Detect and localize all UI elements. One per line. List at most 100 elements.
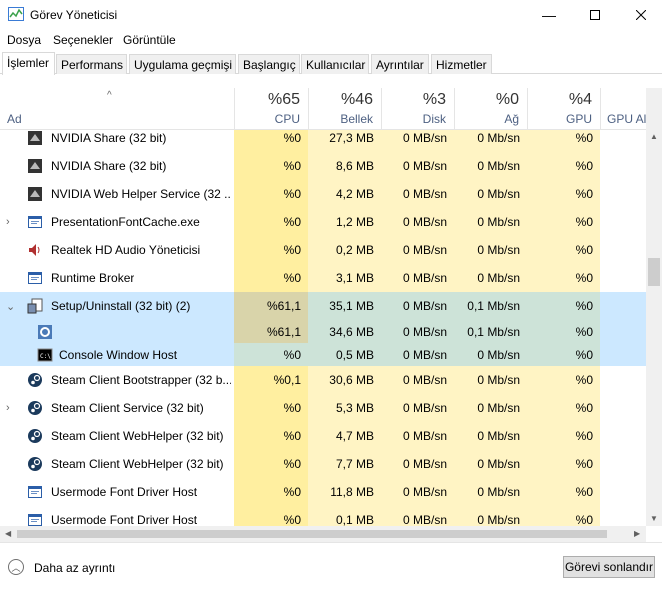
process-row[interactable]: Realtek HD Audio Yöneticisi %0 0,2 MB 0 MB/…	[0, 236, 646, 264]
process-row[interactable]: Steam Client Bootstrapper (32 b... %0,1 30…	[0, 366, 646, 394]
nvidia-icon	[27, 158, 43, 174]
steam-icon	[27, 428, 43, 444]
process-disk-cell: 0 MB/sn	[381, 422, 454, 450]
menu-file[interactable]: Dosya	[7, 33, 41, 47]
process-row[interactable]: NVIDIA Share (32 bit) %0 27,3 MB 0 MB/sn 0 M…	[0, 130, 646, 152]
process-cpu-cell: %0	[234, 152, 308, 180]
col-gpu-engine-header[interactable]: GPU Altyap	[600, 88, 646, 130]
process-mem-cell: 4,2 MB	[308, 180, 381, 208]
menu-bar: Dosya Seçenekler Görüntüle	[0, 30, 662, 50]
process-gpu-cell: %0	[527, 478, 600, 506]
scroll-thumb[interactable]	[648, 258, 660, 286]
col-name-header[interactable]: Ad	[7, 112, 22, 126]
process-row[interactable]: Runtime Broker %0 3,1 MB 0 MB/sn 0 Mb/sn %0	[0, 264, 646, 292]
process-mem-cell: 11,8 MB	[308, 478, 381, 506]
tab-performance[interactable]: Performans	[56, 54, 127, 74]
process-row[interactable]: › PresentationFontCache.exe %0 1,2 MB 0 MB/s…	[0, 208, 646, 236]
tab-startup[interactable]: Başlangıç	[238, 54, 300, 74]
cpu-total: %65	[267, 91, 300, 108]
process-row[interactable]: NVIDIA Share (32 bit) %0 8,6 MB 0 MB/sn 0 Mb…	[0, 152, 646, 180]
process-name-cell: ⌄ Setup/Uninstall (32 bit) (2)	[0, 292, 234, 320]
process-cpu-cell: %61,1	[234, 320, 308, 343]
col-gpu-header[interactable]: %4 GPU	[527, 88, 600, 130]
process-name-cell: NVIDIA Web Helper Service (32 ...	[0, 180, 234, 208]
process-row[interactable]: Steam Client WebHelper (32 bit) %0 7,7 MB 0…	[0, 450, 646, 478]
tab-services[interactable]: Hizmetler	[431, 54, 492, 74]
process-cpu-cell: %0	[234, 422, 308, 450]
process-row[interactable]: Usermode Font Driver Host %0 0,1 MB 0 MB/sn…	[0, 506, 646, 526]
process-name: PresentationFontCache.exe	[51, 215, 200, 229]
end-task-button[interactable]: Görevi sonlandır	[563, 556, 655, 578]
process-name: Console Window Host	[59, 347, 178, 362]
process-net-cell: 0 Mb/sn	[454, 180, 527, 208]
process-row[interactable]: Steam Client WebHelper (32 bit) %0 4,7 MB 0…	[0, 422, 646, 450]
process-mem-cell: 0,5 MB	[308, 343, 381, 366]
tab-users[interactable]: Kullanıcılar	[301, 54, 369, 74]
tab-processes[interactable]: İşlemler	[2, 52, 55, 75]
menu-view[interactable]: Görüntüle	[123, 33, 176, 47]
process-mem-cell: 3,1 MB	[308, 264, 381, 292]
process-name-cell: Steam Client Bootstrapper (32 b...	[0, 366, 234, 394]
tab-app-history[interactable]: Uygulama geçmişi	[129, 54, 236, 74]
process-disk-cell: 0 MB/sn	[381, 343, 454, 366]
chevron-right-icon[interactable]: ›	[6, 402, 10, 414]
scroll-left-icon[interactable]: ◀	[5, 529, 11, 538]
disk-total: %3	[422, 91, 446, 108]
process-row[interactable]: Usermode Font Driver Host %0 11,8 MB 0 MB/s…	[0, 478, 646, 506]
process-name-cell: › PresentationFontCache.exe	[0, 208, 234, 236]
menu-options[interactable]: Seçenekler	[53, 33, 113, 47]
column-header: ^ Ad %65 CPU %46 Bellek %3 Disk %0 Ağ %4…	[0, 88, 646, 130]
process-net-cell: 0 Mb/sn	[454, 506, 527, 526]
nvidia-icon	[27, 130, 43, 146]
process-row[interactable]: NVIDIA Web Helper Service (32 ... %0 4,2 M…	[0, 180, 646, 208]
process-cpu-cell: %0	[234, 450, 308, 478]
process-mem-cell: 30,6 MB	[308, 366, 381, 394]
process-disk-cell: 0 MB/sn	[381, 236, 454, 264]
setup-icon	[27, 298, 43, 314]
chevron-right-icon[interactable]: ›	[6, 216, 10, 228]
process-disk-cell: 0 MB/sn	[381, 130, 454, 152]
process-cpu-cell: %0,1	[234, 366, 308, 394]
process-net-cell: 0 Mb/sn	[454, 366, 527, 394]
svg-text:C:\: C:\	[40, 353, 51, 360]
tab-details[interactable]: Ayrıntılar	[371, 54, 429, 74]
scroll-right-icon[interactable]: ▶	[634, 529, 640, 538]
process-name-cell: Usermode Font Driver Host	[0, 478, 234, 506]
process-name: Usermode Font Driver Host	[51, 513, 198, 526]
process-name: Steam Client WebHelper (32 bit)	[51, 429, 224, 443]
process-disk-cell: 0 MB/sn	[381, 264, 454, 292]
horizontal-scrollbar[interactable]: ◀ ▶	[0, 526, 646, 542]
process-mem-cell: 1,2 MB	[308, 208, 381, 236]
network-label: Ağ	[504, 112, 519, 126]
process-row[interactable]: › Steam Client Service (32 bit) %0 5,3 MB 0 …	[0, 394, 646, 422]
process-net-cell: 0 Mb/sn	[454, 422, 527, 450]
process-disk-cell: 0 MB/sn	[381, 506, 454, 526]
process-gpu-cell: %0	[527, 394, 600, 422]
scroll-down-icon[interactable]: ▼	[650, 514, 658, 523]
col-network-header[interactable]: %0 Ağ	[454, 88, 527, 130]
hscroll-thumb[interactable]	[17, 530, 607, 538]
chevron-up-icon[interactable]: ︿	[8, 559, 24, 575]
process-cpu-cell: %0	[234, 478, 308, 506]
scroll-up-icon[interactable]: ▲	[650, 132, 658, 141]
steam-icon	[27, 400, 43, 416]
cpu-label: CPU	[274, 112, 300, 126]
vertical-scrollbar[interactable]: ▲ ▼	[646, 88, 662, 526]
process-gpu-cell: %0	[527, 450, 600, 478]
memory-total: %46	[340, 91, 373, 108]
process-row[interactable]: ⌄ Setup/Uninstall (32 bit) (2) %61,1 35,1 M…	[0, 292, 646, 320]
maximize-button[interactable]	[572, 0, 618, 30]
process-name-cell: Steam Client WebHelper (32 bit)	[0, 450, 234, 478]
col-disk-header[interactable]: %3 Disk	[381, 88, 454, 130]
close-button[interactable]	[618, 0, 662, 30]
chevron-down-icon[interactable]: ⌄	[6, 300, 15, 313]
col-memory-header[interactable]: %46 Bellek	[308, 88, 381, 130]
title-bar: Görev Yöneticisi —	[0, 0, 662, 30]
process-gpu-cell: %0	[527, 264, 600, 292]
fewer-details-link[interactable]: Daha az ayrıntı	[34, 561, 115, 575]
minimize-button[interactable]: —	[526, 0, 572, 30]
steam-icon	[27, 456, 43, 472]
col-cpu-header[interactable]: %65 CPU	[234, 88, 308, 130]
process-row[interactable]: %61,1 34,6 MB 0 MB/sn 0,1 Mb/sn %0	[0, 320, 646, 343]
process-row[interactable]: C:\ Console Window Host %0 0,5 MB 0 MB/sn 0 M…	[0, 343, 646, 366]
